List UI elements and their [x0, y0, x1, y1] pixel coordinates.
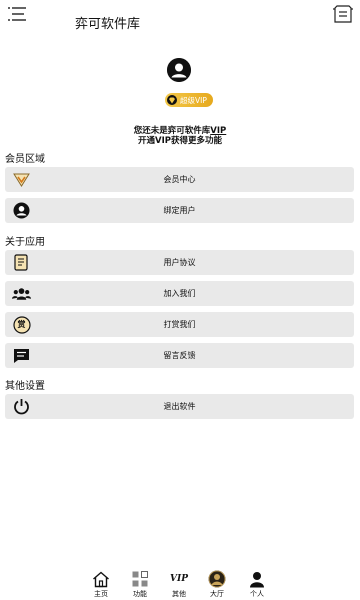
row-label: 会员中心 [163, 175, 196, 184]
section-title-about: 关于应用 [5, 237, 45, 248]
vip-icon: VIP [170, 574, 188, 584]
row-label: 绑定用户 [163, 206, 196, 215]
more-options-icon[interactable] [332, 3, 354, 25]
section-title-member: 会员区域 [5, 154, 45, 165]
bottom-tab-bar: 主页 功能 VIP 其他 大厅 个人 [0, 568, 360, 600]
vip-badge-label: 超级VIP [180, 95, 207, 105]
tab-home[interactable]: 主页 [84, 568, 118, 600]
row-label: 留言反馈 [163, 351, 196, 360]
home-icon [92, 570, 110, 588]
diamond-icon [167, 95, 177, 105]
member-center-row[interactable]: 会员中心 [5, 167, 354, 192]
tab-personal[interactable]: 个人 [240, 568, 274, 600]
tab-functions[interactable]: 功能 [123, 568, 157, 600]
avatar[interactable] [167, 58, 191, 82]
bind-user-row[interactable]: 绑定用户 [5, 198, 354, 223]
join-us-row[interactable]: 加入我们 [5, 281, 354, 306]
hall-icon [208, 570, 226, 588]
tab-label: 其他 [172, 590, 186, 598]
top-bar: 弈可软件库 [0, 0, 360, 40]
person-icon [248, 570, 266, 588]
tab-hall[interactable]: 大厅 [200, 568, 234, 600]
vip-badge: 超级VIP [165, 93, 213, 107]
user-avatar-icon [167, 58, 191, 82]
row-label: 退出软件 [163, 402, 196, 411]
row-label: 加入我们 [163, 289, 196, 298]
exit-app-row[interactable]: 退出软件 [5, 394, 354, 419]
menu-icon[interactable] [8, 6, 26, 22]
tab-label: 大厅 [210, 590, 224, 598]
section-title-other: 其他设置 [5, 381, 45, 392]
tab-label: 功能 [133, 590, 147, 598]
feedback-row[interactable]: 留言反馈 [5, 343, 354, 368]
tab-other[interactable]: VIP 其他 [162, 568, 196, 600]
grid-icon [131, 570, 149, 588]
vip-promo-text: 开通VIP获得更多功能 [138, 136, 222, 146]
reward-us-row[interactable]: 赏 打赏我们 [5, 312, 354, 337]
tab-label: 个人 [250, 590, 264, 598]
tab-label: 主页 [94, 590, 108, 598]
row-label: 打赏我们 [163, 320, 196, 329]
row-label: 用户协议 [163, 258, 196, 267]
user-agreement-row[interactable]: 用户协议 [5, 250, 354, 275]
page-title: 弈可软件库 [75, 17, 141, 32]
